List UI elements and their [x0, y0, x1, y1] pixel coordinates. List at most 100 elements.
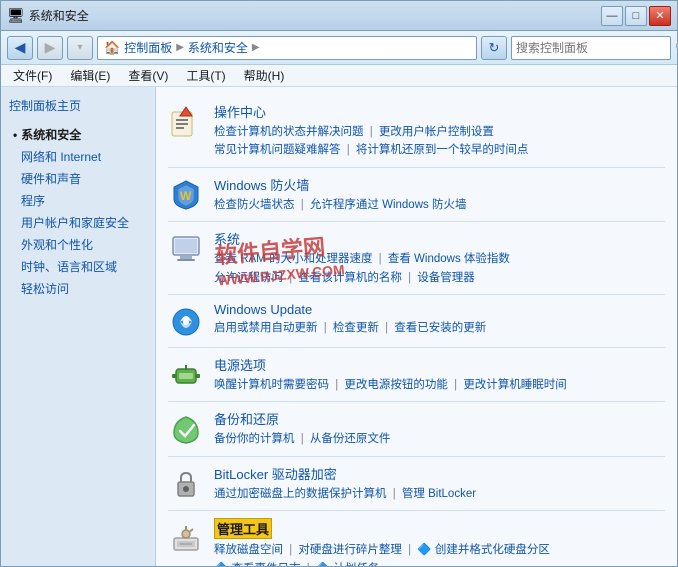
admin-tools-links1: 释放磁盘空间 | 对硬盘进行碎片整理 | 🔷 创建并格式化硬盘分区: [214, 541, 665, 559]
bitlocker-link1[interactable]: 通过加密磁盘上的数据保护计算机: [214, 488, 387, 500]
menu-file[interactable]: 文件(F): [7, 65, 58, 86]
power-link3[interactable]: 更改计算机睡眠时间: [463, 379, 567, 391]
action-center-link1[interactable]: 检查计算机的状态并解决问题: [214, 126, 364, 138]
menu-tools[interactable]: 工具(T): [180, 65, 231, 86]
backup-link1[interactable]: 备份你的计算机: [214, 433, 295, 445]
system-link5[interactable]: 设备管理器: [417, 272, 475, 284]
svg-text:W: W: [180, 189, 192, 203]
power-sep1: |: [335, 379, 338, 391]
firewall-title[interactable]: Windows 防火墙: [214, 175, 665, 194]
section-system: 系统 查看 RAM 的大小和处理器速度 | 查看 Windows 体验指数 允许…: [168, 222, 665, 295]
action-center-links1: 检查计算机的状态并解决问题 | 更改用户帐户控制设置: [214, 123, 665, 141]
power-sep2: |: [454, 379, 457, 391]
action-center-icon: [168, 104, 204, 140]
action-center-links2: 常见计算机问题疑难解答 | 将计算机还原到一个较早的时间点: [214, 141, 665, 159]
action-center-link2[interactable]: 更改用户帐户控制设置: [379, 126, 494, 138]
menu-view[interactable]: 查看(V): [122, 65, 174, 86]
windows-update-link2[interactable]: 检查更新: [333, 322, 379, 334]
admin-sep2: |: [408, 544, 411, 556]
firewall-link2[interactable]: 允许程序通过 Windows 防火墙: [310, 199, 467, 211]
admin-tools-link2[interactable]: 对硬盘进行碎片整理: [298, 544, 402, 556]
admin-tools-link5[interactable]: 🔷 计划任务: [316, 563, 380, 566]
system-title[interactable]: 系统: [214, 229, 665, 248]
menu-bar: 文件(F) 编辑(E) 查看(V) 工具(T) 帮助(H): [1, 65, 677, 87]
breadcrumb-home-icon: 🏠: [104, 40, 120, 56]
title-bar-buttons: — □ ✕: [601, 6, 671, 26]
power-title[interactable]: 电源选项: [214, 355, 665, 374]
section-windows-update-body: Windows Update 启用或禁用自动更新 | 检查更新 | 查看已安装的…: [214, 302, 665, 337]
firewall-link1[interactable]: 检查防火墙状态: [214, 199, 295, 211]
backup-links: 备份你的计算机 | 从备份还原文件: [214, 430, 665, 448]
sidebar-home-link[interactable]: 控制面板主页: [9, 97, 147, 114]
sidebar-item-programs[interactable]: 程序: [9, 190, 147, 212]
sidebar-item-hardware[interactable]: 硬件和声音: [9, 168, 147, 190]
action-center-title[interactable]: 操作中心: [214, 102, 665, 121]
breadcrumb-sep1: ▶: [176, 42, 184, 53]
bitlocker-links: 通过加密磁盘上的数据保护计算机 | 管理 BitLocker: [214, 485, 665, 503]
power-link2[interactable]: 更改电源按钮的功能: [344, 379, 448, 391]
system-link2[interactable]: 查看 Windows 体验指数: [388, 253, 510, 265]
admin-tools-title[interactable]: 管理工具: [214, 518, 272, 539]
admin-tools-link4[interactable]: 🔷 查看事件日志: [214, 563, 301, 566]
breadcrumb-part2[interactable]: 系统和安全: [188, 39, 248, 56]
power-link1[interactable]: 唤醒计算机时需要密码: [214, 379, 329, 391]
minimize-button[interactable]: —: [601, 6, 623, 26]
sidebar-item-system-security[interactable]: 系统和安全: [9, 124, 147, 146]
section-system-body: 系统 查看 RAM 的大小和处理器速度 | 查看 Windows 体验指数 允许…: [214, 229, 665, 287]
bitlocker-title[interactable]: BitLocker 驱动器加密: [214, 464, 665, 483]
section-power: 电源选项 唤醒计算机时需要密码 | 更改电源按钮的功能 | 更改计算机睡眠时间: [168, 348, 665, 402]
action-center-link4[interactable]: 将计算机还原到一个较早的时间点: [356, 144, 529, 156]
sidebar-item-accessibility[interactable]: 轻松访问: [9, 278, 147, 300]
admin-sep1: |: [289, 544, 292, 556]
section-firewall-body: Windows 防火墙 检查防火墙状态 | 允许程序通过 Windows 防火墙: [214, 175, 665, 214]
wu-sep1: |: [324, 322, 327, 334]
action-center-link3[interactable]: 常见计算机问题疑难解答: [214, 144, 341, 156]
menu-help[interactable]: 帮助(H): [238, 65, 291, 86]
forward-button[interactable]: ▶: [37, 36, 63, 60]
bitlocker-link2[interactable]: 管理 BitLocker: [402, 488, 476, 500]
search-bar: 🔍: [511, 36, 671, 60]
action-center-sep1: |: [370, 126, 373, 138]
system-links1: 查看 RAM 的大小和处理器速度 | 查看 Windows 体验指数: [214, 250, 665, 268]
section-backup: 备份和还原 备份你的计算机 | 从备份还原文件: [168, 402, 665, 456]
title-bar-left: 🖥 系统和安全: [7, 7, 89, 24]
section-bitlocker: BitLocker 驱动器加密 通过加密磁盘上的数据保护计算机 | 管理 Bit…: [168, 457, 665, 511]
section-backup-body: 备份和还原 备份你的计算机 | 从备份还原文件: [214, 409, 665, 448]
system-link3[interactable]: 允许远程访问: [214, 272, 283, 284]
backup-sep: |: [301, 433, 304, 445]
backup-link2[interactable]: 从备份还原文件: [310, 433, 391, 445]
sidebar-item-user-accounts[interactable]: 用户帐户和家庭安全: [9, 212, 147, 234]
right-panel: 软件自学网 WWW.RJZXW.COM 操作中心: [156, 87, 677, 566]
wu-sep2: |: [385, 322, 388, 334]
windows-update-link1[interactable]: 启用或禁用自动更新: [214, 322, 318, 334]
system-sep2: |: [289, 272, 292, 284]
admin-tools-link1[interactable]: 释放磁盘空间: [214, 544, 283, 556]
back-button[interactable]: ◀: [7, 36, 33, 60]
refresh-button[interactable]: ↻: [481, 36, 507, 60]
close-button[interactable]: ✕: [649, 6, 671, 26]
sidebar: 控制面板主页 系统和安全 网络和 Internet 硬件和声音 程序 用户帐户和…: [1, 87, 156, 566]
admin-tools-link3[interactable]: 🔷 创建并格式化硬盘分区: [417, 544, 550, 556]
maximize-button[interactable]: □: [625, 6, 647, 26]
sidebar-item-clock-language[interactable]: 时钟、语言和区域: [9, 256, 147, 278]
section-power-body: 电源选项 唤醒计算机时需要密码 | 更改电源按钮的功能 | 更改计算机睡眠时间: [214, 355, 665, 394]
bitlocker-icon: [168, 466, 204, 502]
sidebar-item-appearance[interactable]: 外观和个性化: [9, 234, 147, 256]
sidebar-item-network[interactable]: 网络和 Internet: [9, 146, 147, 168]
power-icon: [168, 357, 204, 393]
backup-icon: [168, 411, 204, 447]
backup-title[interactable]: 备份和还原: [214, 409, 665, 428]
windows-update-link3[interactable]: 查看已安装的更新: [394, 322, 486, 334]
main-content: 控制面板主页 系统和安全 网络和 Internet 硬件和声音 程序 用户帐户和…: [1, 87, 677, 566]
windows-update-title[interactable]: Windows Update: [214, 302, 665, 317]
firewall-sep: |: [301, 199, 304, 211]
search-input[interactable]: [516, 41, 671, 55]
system-sep1: |: [379, 253, 382, 265]
windows-update-links: 启用或禁用自动更新 | 检查更新 | 查看已安装的更新: [214, 319, 665, 337]
breadcrumb-part1[interactable]: 控制面板: [124, 39, 172, 56]
system-link4[interactable]: 查看该计算机的名称: [298, 272, 402, 284]
section-bitlocker-body: BitLocker 驱动器加密 通过加密磁盘上的数据保护计算机 | 管理 Bit…: [214, 464, 665, 503]
dropdown-button[interactable]: ▾: [67, 36, 93, 60]
menu-edit[interactable]: 编辑(E): [64, 65, 116, 86]
system-link1[interactable]: 查看 RAM 的大小和处理器速度: [214, 253, 372, 265]
